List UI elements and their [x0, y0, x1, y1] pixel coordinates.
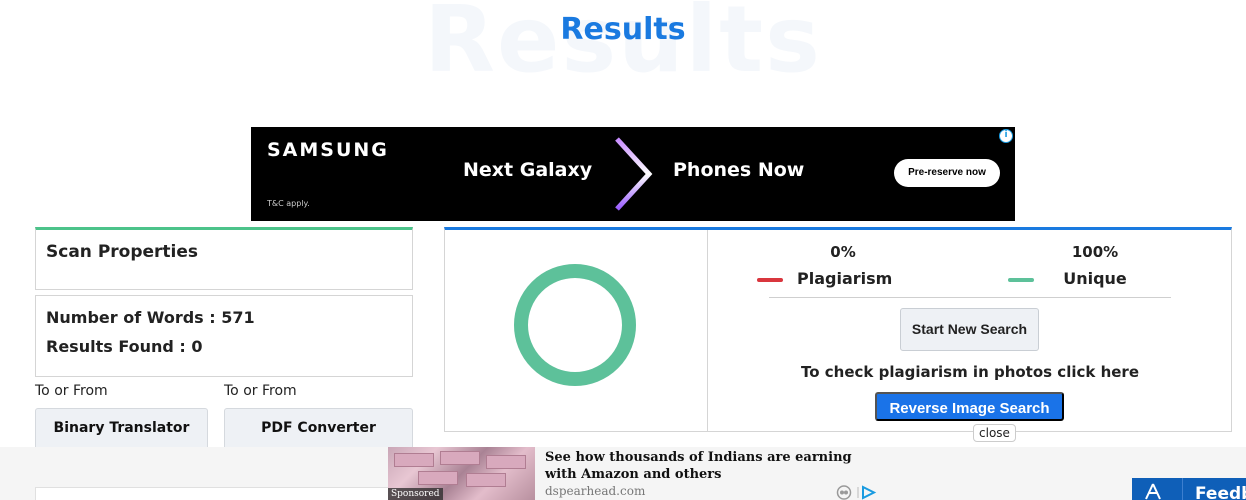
results-divider [769, 297, 1171, 298]
donut-unique-segment [514, 264, 636, 386]
ad-brand-logo: SAMSUNG [267, 139, 389, 161]
ad-chevron-graphic [615, 137, 653, 211]
binary-translator-button[interactable]: Binary Translator [35, 408, 208, 450]
pre-reserve-button[interactable]: Pre-reserve now [894, 159, 1000, 187]
pdf-converter-button[interactable]: PDF Converter [224, 408, 413, 450]
sponsored-ad-strip: Sponsored See how thousands of Indians a… [0, 447, 1246, 500]
tool-binary-translator: To or From Binary Translator [35, 383, 208, 450]
page-title: Results [560, 12, 686, 47]
scan-stats-card: Number of Words : 571 Results Found : 0 [35, 295, 413, 377]
unique-label: Unique [1063, 269, 1127, 288]
thumbnail-cash-stack [486, 455, 526, 469]
results-panel: 0% 100% Plagiarism Unique Start New Sear… [444, 227, 1232, 432]
scan-properties-title: Scan Properties [46, 242, 199, 262]
start-new-search-button[interactable]: Start New Search [900, 308, 1039, 351]
sponsored-label: Sponsored [388, 488, 443, 500]
sponsored-thumbnail[interactable]: Sponsored [388, 447, 535, 500]
feedback-button[interactable]: Feedb [1132, 478, 1246, 500]
ad-info-icon[interactable]: i [999, 129, 1013, 143]
close-ad-button[interactable]: close [973, 424, 1016, 442]
sponsored-headline[interactable]: See how thousands of Indians are earning… [545, 449, 885, 483]
ad-fine-print: T&C apply. [267, 199, 310, 208]
adchoices-icon[interactable] [836, 485, 878, 500]
plagiarism-label: Plagiarism [797, 269, 893, 288]
plagiarism-percent: 0% [830, 243, 856, 261]
plagiarism-legend-swatch [757, 278, 783, 282]
tool-label: To or From [224, 383, 297, 399]
tool-pdf-converter: To or From PDF Converter [224, 383, 413, 450]
ad-headline-left: Next Galaxy [463, 159, 593, 181]
tool-label: To or From [35, 383, 108, 399]
thumbnail-cash-stack [394, 453, 434, 467]
thumbnail-cash-stack [418, 471, 458, 485]
thumbnail-cash-stack [466, 473, 506, 487]
thumbnail-cash-stack [440, 451, 480, 465]
reverse-image-search-button[interactable]: Reverse Image Search [875, 392, 1064, 421]
feedback-icon [1145, 483, 1161, 500]
unique-legend-swatch [1008, 278, 1034, 282]
word-count: Number of Words : 571 [46, 308, 255, 327]
scan-properties-card: Scan Properties [35, 227, 413, 290]
sponsored-source[interactable]: dspearhead.com [545, 484, 645, 498]
results-found-count: Results Found : 0 [46, 337, 203, 356]
samsung-ad-banner[interactable]: SAMSUNG T&C apply. Next Galaxy Phones No… [251, 127, 1015, 221]
feedback-label: Feedb [1195, 484, 1246, 500]
lower-card-edge [35, 487, 413, 500]
ad-headline-right: Phones Now [673, 159, 805, 181]
panel-divider [707, 230, 708, 432]
feedback-divider [1182, 478, 1183, 500]
uniqueness-donut-chart [514, 264, 636, 386]
photo-check-prompt: To check plagiarism in photos click here [801, 363, 1139, 381]
unique-percent: 100% [1071, 243, 1119, 261]
